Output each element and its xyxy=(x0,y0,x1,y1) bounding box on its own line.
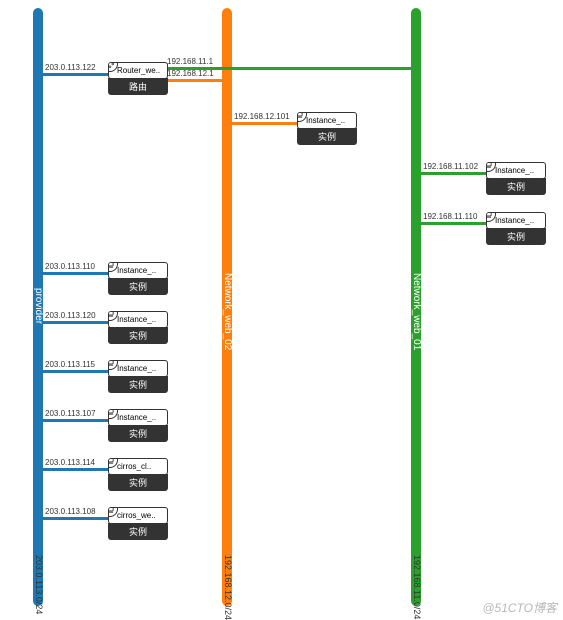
instance-type: 实例 xyxy=(108,327,168,344)
ip-router-web02: 192.168.12.1 xyxy=(167,69,214,78)
instance-type: 实例 xyxy=(486,178,546,195)
watermark: @51CTO博客 xyxy=(482,599,557,616)
network-label-web01: Network_web_01 xyxy=(411,273,422,350)
instance-type: 实例 xyxy=(297,128,357,145)
link-prov-3 xyxy=(43,370,111,373)
ip-web02-inst: 192.168.12.101 xyxy=(234,112,290,121)
instance-node[interactable]: Instance_.. 实例 xyxy=(108,311,168,344)
router-type: 路由 xyxy=(108,78,168,95)
link-prov-2 xyxy=(43,321,111,324)
link-prov-5 xyxy=(43,468,111,471)
network-cidr-web02: 192.168.12.0/24 xyxy=(223,555,233,620)
link-router-provider xyxy=(43,73,111,76)
link-web02-inst xyxy=(232,122,300,125)
ip-prov-2: 203.0.113.120 xyxy=(45,311,96,320)
router-node[interactable]: Router_we.. 路由 xyxy=(108,62,168,95)
ip-prov-3: 203.0.113.115 xyxy=(45,360,95,369)
link-prov-6 xyxy=(43,517,111,520)
instance-type: 实例 xyxy=(486,228,546,245)
ip-web01-inst-b: 192.168.11.110 xyxy=(423,212,477,221)
instance-node[interactable]: Instance_.. 实例 xyxy=(297,112,357,145)
link-web01-inst-a xyxy=(421,172,489,175)
instance-name: Instance_.. xyxy=(306,116,345,125)
link-web01-inst-b xyxy=(421,222,489,225)
instance-type: 实例 xyxy=(108,376,168,393)
ip-prov-4: 203.0.113.107 xyxy=(45,409,96,418)
instance-node[interactable]: Instance_.. 实例 xyxy=(486,162,546,195)
instance-name: Instance_.. xyxy=(117,315,156,324)
instance-node[interactable]: cirros_cl.. 实例 xyxy=(108,458,168,491)
network-cidr-web01: 192.168.11.0/24 xyxy=(412,555,422,619)
instance-node[interactable]: Instance_.. 实例 xyxy=(486,212,546,245)
link-prov-1 xyxy=(43,272,111,275)
network-trunk-provider[interactable]: provider xyxy=(33,8,43,606)
network-label-web02: Network_web_02 xyxy=(222,273,233,350)
network-cidr-provider: 203.0.113.0/24 xyxy=(34,555,44,614)
network-label-provider: provider xyxy=(33,288,44,324)
instance-node[interactable]: cirros_we.. 实例 xyxy=(108,507,168,540)
instance-type: 实例 xyxy=(108,278,168,295)
ip-web01-inst-a: 192.168.11.102 xyxy=(423,162,478,171)
instance-node[interactable]: Instance_.. 实例 xyxy=(108,409,168,442)
instance-name: cirros_cl.. xyxy=(117,462,151,471)
instance-type: 实例 xyxy=(108,425,168,442)
instance-name: Instance_.. xyxy=(495,166,534,175)
link-router-web02 xyxy=(165,79,228,82)
link-prov-4 xyxy=(43,419,111,422)
instance-type: 实例 xyxy=(108,474,168,491)
router-name: Router_we.. xyxy=(117,66,160,75)
ip-prov-1: 203.0.113.110 xyxy=(45,262,95,271)
instance-node[interactable]: Instance_.. 实例 xyxy=(108,262,168,295)
instance-node[interactable]: Instance_.. 实例 xyxy=(108,360,168,393)
ip-router-provider: 203.0.113.122 xyxy=(45,63,96,72)
instance-name: Instance_.. xyxy=(117,364,156,373)
ip-router-web01: 192.168.11.1 xyxy=(167,57,213,66)
network-trunk-web01[interactable]: Network_web_01 xyxy=(411,8,421,606)
instance-name: cirros_we.. xyxy=(117,511,156,520)
instance-type: 实例 xyxy=(108,523,168,540)
network-trunk-web02[interactable]: Network_web_02 xyxy=(222,8,232,606)
instance-name: Instance_.. xyxy=(117,266,156,275)
ip-prov-5: 203.0.113.114 xyxy=(45,458,95,467)
ip-prov-6: 203.0.113.108 xyxy=(45,507,96,516)
instance-name: Instance_.. xyxy=(117,413,156,422)
instance-name: Instance_.. xyxy=(495,216,534,225)
topology-canvas: provider 203.0.113.0/24 Network_web_02 1… xyxy=(0,0,563,620)
